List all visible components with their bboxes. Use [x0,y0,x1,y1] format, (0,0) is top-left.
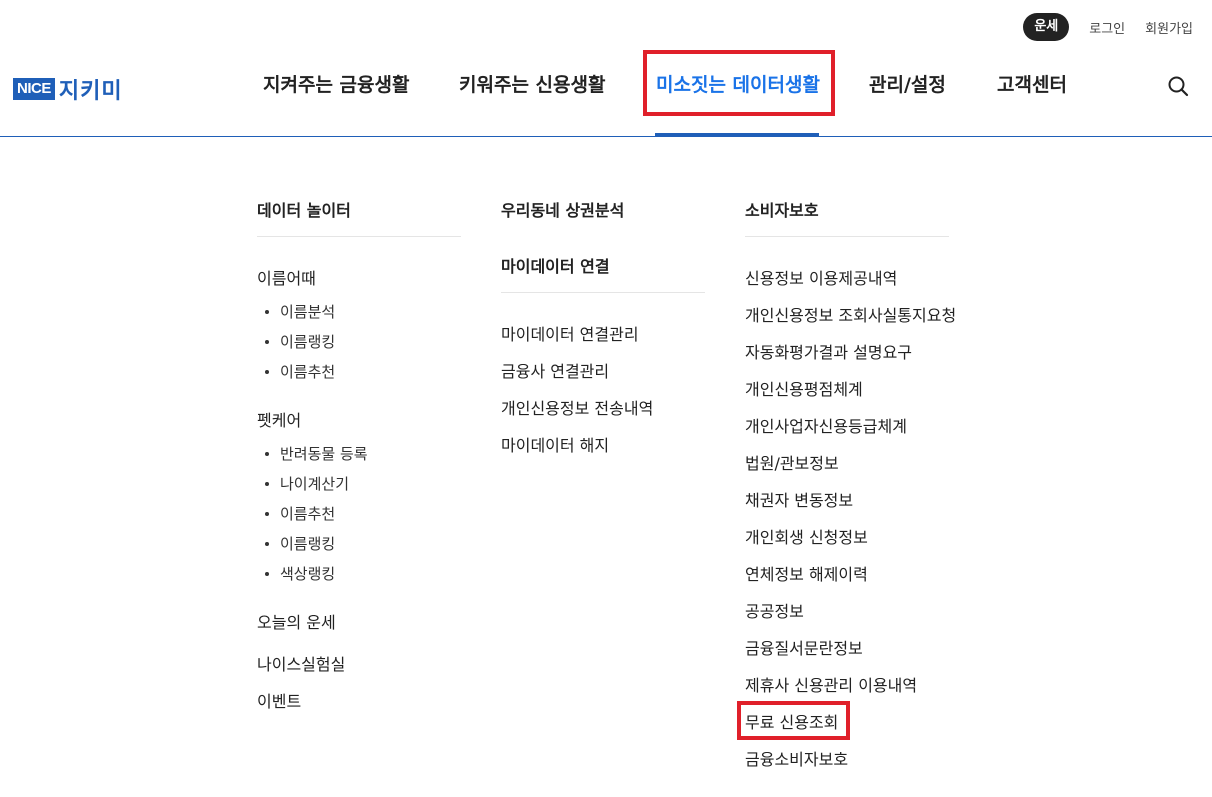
bullet [265,542,269,546]
col-title-local-commerce[interactable]: 우리동네 상권분석 [501,197,624,221]
nav-customer-center[interactable]: 고객센터 [997,60,1067,110]
login-link[interactable]: 로그인 [1089,18,1125,37]
nav-financial-life[interactable]: 지켜주는 금융생활 [263,60,409,110]
nav-credit-life[interactable]: 키워주는 신용생활 [459,60,605,110]
bullet [265,340,269,344]
menu-link-consumer-protection[interactable]: 금융소비자보호 [745,746,848,770]
bullet [265,572,269,576]
fortune-button[interactable]: 운세 [1023,13,1070,41]
menu-link-today-fortune[interactable]: 오늘의 운세 [257,609,336,633]
header-divider [0,136,1212,137]
main-nav: 지켜주는 금융생활 키워주는 신용생활 미소짓는 데이터생활 관리/설정 고객센… [0,60,1212,110]
bullet [265,452,269,456]
sub-link-pet-name-recommend[interactable]: 이름추천 [280,503,335,524]
col-title-mydata-connect: 마이데이터 연결 [501,257,610,276]
divider [501,292,705,293]
signup-link[interactable]: 회원가입 [1145,18,1193,37]
menu-link-court-info[interactable]: 법원/관보정보 [745,450,839,474]
sub-link-pet-name-ranking[interactable]: 이름랭킹 [280,533,335,554]
nav-settings[interactable]: 관리/설정 [869,60,946,110]
utility-bar: 운세 로그인 회원가입 [1023,13,1193,41]
menu-link-mydata-manage[interactable]: 마이데이터 연결관리 [501,321,639,345]
sub-link-pet-register[interactable]: 반려동물 등록 [280,443,368,464]
menu-link-petcare[interactable]: 펫케어 [257,407,301,431]
menu-link-name-check[interactable]: 이름어때 [257,265,316,289]
free-credit-highlight-box [737,701,850,740]
menu-link-creditor-change[interactable]: 채권자 변동정보 [745,487,853,511]
bullet [265,512,269,516]
sub-link-name-ranking[interactable]: 이름랭킹 [280,331,335,352]
nav-highlight-box [643,50,835,116]
menu-link-auto-eval[interactable]: 자동화평가결과 설명요구 [745,339,912,363]
menu-link-partner-usage[interactable]: 제휴사 신용관리 이용내역 [745,672,917,696]
menu-link-inquiry-notice[interactable]: 개인신용정보 조회사실통지요청 [745,302,956,326]
menu-link-transfer-history[interactable]: 개인신용정보 전송내역 [501,395,653,419]
bullet [265,482,269,486]
menu-link-event[interactable]: 이벤트 [257,688,301,712]
menu-link-rehabilitation[interactable]: 개인회생 신청정보 [745,524,868,548]
menu-link-delinquency-release[interactable]: 연체정보 해제이력 [745,561,868,585]
sub-link-age-calculator[interactable]: 나이계산기 [280,473,349,494]
sub-link-name-analysis[interactable]: 이름분석 [280,301,335,322]
menu-link-business-grade-system[interactable]: 개인사업자신용등급체계 [745,413,907,437]
menu-link-nice-lab[interactable]: 나이스실험실 [257,651,345,675]
menu-link-financial-disorder[interactable]: 금융질서문란정보 [745,635,863,659]
col-title-data-playground: 데이터 놀이터 [257,201,351,220]
divider [257,236,461,237]
menu-link-credit-usage[interactable]: 신용정보 이용제공내역 [745,265,897,289]
bullet [265,370,269,374]
menu-link-mydata-cancel[interactable]: 마이데이터 해지 [501,432,609,456]
menu-link-fin-company-manage[interactable]: 금융사 연결관리 [501,358,609,382]
menu-link-public-info[interactable]: 공공정보 [745,598,804,622]
menu-link-credit-score-system[interactable]: 개인신용평점체계 [745,376,863,400]
sub-link-color-ranking[interactable]: 색상랭킹 [280,563,335,584]
sub-link-name-recommend[interactable]: 이름추천 [280,361,335,382]
bullet [265,310,269,314]
search-icon[interactable] [1167,75,1189,97]
col-title-consumer-protection: 소비자보호 [745,201,819,220]
divider [745,236,949,237]
